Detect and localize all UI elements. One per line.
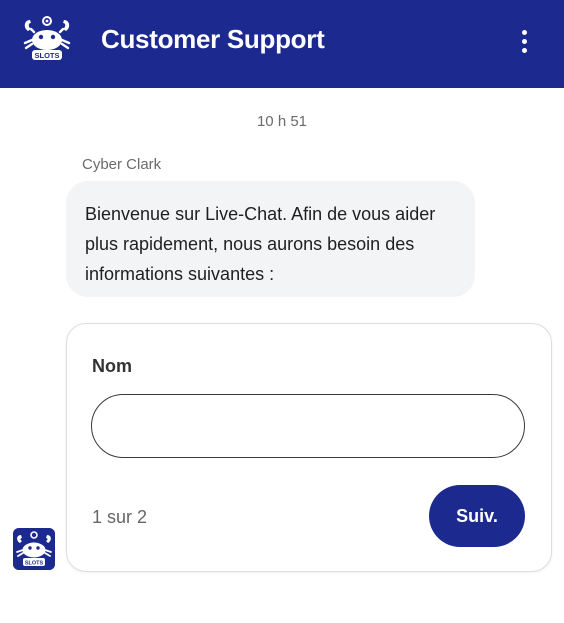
step-indicator: 1 sur 2 xyxy=(92,507,148,527)
kebab-menu-icon xyxy=(521,29,527,35)
svg-text:SLOTS: SLOTS xyxy=(34,51,59,60)
more-options-button[interactable] xyxy=(512,24,536,58)
chat-header: SLOTS Customer Support xyxy=(0,0,564,88)
next-button[interactable]: Suiv. xyxy=(429,485,525,547)
agent-avatar: SLOTS xyxy=(13,528,55,570)
crab-logo-icon: SLOTS xyxy=(23,16,71,60)
info-form-card: Nom 1 sur 2 Suiv. xyxy=(66,323,552,572)
name-field-label: Nom xyxy=(92,356,132,376)
svg-text:SLOTS: SLOTS xyxy=(25,561,44,567)
sender-name: Cyber Clark xyxy=(82,156,162,173)
agent-message-bubble: Bienvenue sur Live-Chat. Afin de vous ai… xyxy=(66,181,475,297)
crab-avatar-icon: SLOTS xyxy=(13,528,55,570)
message-timestamp: 10 h 51 xyxy=(256,113,308,130)
name-input[interactable] xyxy=(91,394,525,458)
header-title: Customer Support xyxy=(101,24,325,54)
